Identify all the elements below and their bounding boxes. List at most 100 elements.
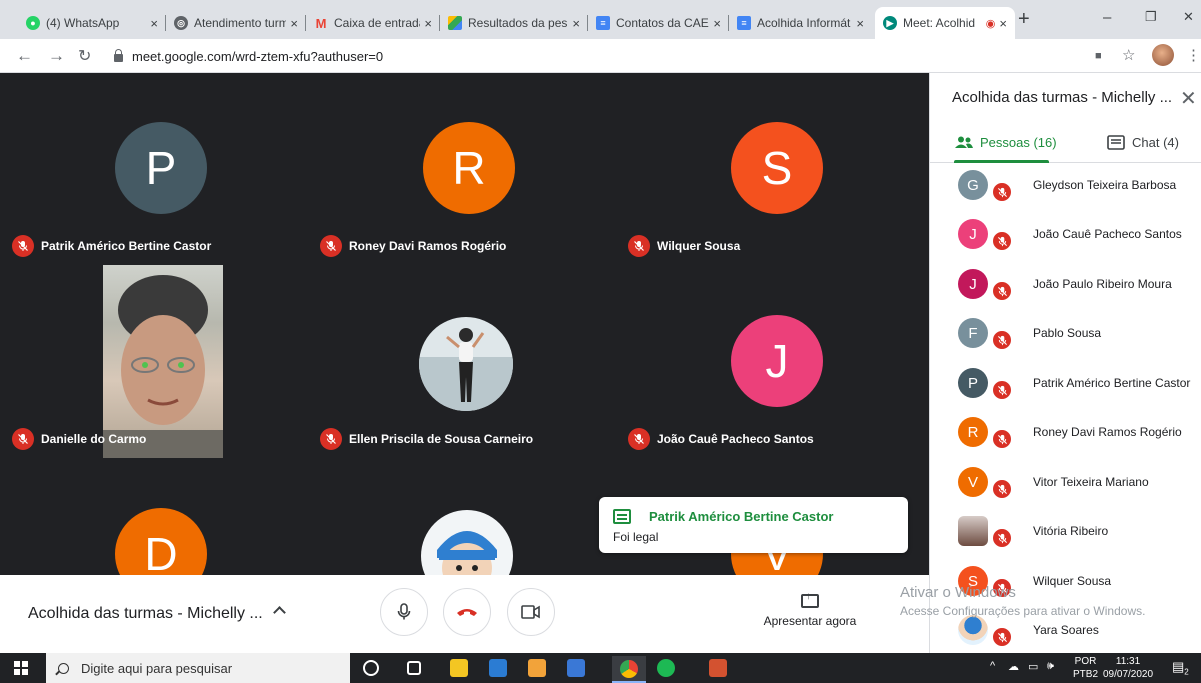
spotify-icon[interactable] [657, 659, 675, 677]
list-item[interactable]: R Roney Davi Ramos Rogério [930, 417, 1201, 468]
mic-off-icon [628, 428, 650, 450]
chevron-up-icon[interactable] [273, 606, 286, 619]
tab-close-icon[interactable]: × [713, 16, 721, 31]
mail-icon[interactable] [489, 659, 507, 677]
participant-name: Roney Davi Ramos Rogério [320, 235, 506, 257]
restore-button[interactable]: ❐ [1145, 9, 1157, 25]
system-clock[interactable]: 11:31 09/07/2020 [1103, 655, 1153, 681]
browser-menu-icon[interactable]: ⋮ [1186, 46, 1201, 64]
tab-close-icon[interactable]: × [572, 16, 580, 31]
participant-tile[interactable]: J João Cauê Pacheco Santos [620, 266, 928, 459]
new-tab-button[interactable]: + [1018, 9, 1030, 29]
tab-meet[interactable]: ▶ Meet: Acolhid ◉ × [875, 7, 1015, 39]
participant-list-name: Vitor Teixeira Mariano [1033, 475, 1149, 489]
list-item[interactable]: Vitória Ribeiro [930, 516, 1201, 567]
participant-tile[interactable]: Ellen Priscila de Sousa Carneiro [312, 266, 620, 459]
network-icon[interactable]: ▭ [1028, 660, 1038, 673]
participant-tile[interactable]: R Roney Davi Ramos Rogério [312, 73, 620, 266]
participant-list-name: Pablo Sousa [1033, 326, 1102, 340]
participant-tile[interactable]: Danielle do Carmo [4, 265, 312, 459]
onedrive-icon[interactable]: ☁ [1008, 660, 1019, 673]
list-item[interactable]: P Patrik Américo Bertine Castor [930, 368, 1201, 419]
input-language[interactable]: POR PTB2 [1073, 655, 1098, 681]
participant-tile[interactable] [312, 459, 620, 575]
avatar: J [958, 219, 988, 249]
list-item[interactable]: G Gleydson Teixeira Barbosa [930, 170, 1201, 221]
tab-contatos[interactable]: ≡ Contatos da CAE - × [588, 7, 729, 39]
tab-gmail[interactable]: M Caixa de entrada ( × [306, 7, 440, 39]
bookmark-star-icon[interactable]: ☆ [1122, 46, 1135, 64]
participant-tile[interactable]: S Wilquer Sousa [620, 73, 928, 266]
taskbar-search-box[interactable]: Digite aqui para pesquisar [46, 653, 350, 683]
volume-icon[interactable]: 🕪 [1047, 660, 1054, 673]
tab-label: Caixa de entrada ( [334, 16, 420, 30]
hang-up-icon [457, 609, 477, 616]
gmail-icon: M [315, 15, 327, 31]
panel-close-button[interactable]: ✕ [1180, 86, 1197, 111]
participant-list-name: Yara Soares [1033, 623, 1099, 637]
tab-whatsapp[interactable]: ● (4) WhatsApp × [18, 7, 166, 39]
chat-tab-label: Chat (4) [1132, 135, 1179, 150]
list-item[interactable]: V Vitor Teixeira Mariano [930, 467, 1201, 518]
mic-off-icon [991, 626, 1013, 648]
mic-off-icon [991, 428, 1013, 450]
people-tab-label: Pessoas (16) [980, 135, 1057, 150]
present-now-button[interactable]: Apresentar agora [762, 591, 858, 628]
tab-drive[interactable]: Resultados da pes × [440, 7, 588, 39]
chat-notification[interactable]: Patrik Américo Bertine Castor Foi legal [599, 497, 908, 553]
participant-name: Ellen Priscila de Sousa Carneiro [320, 428, 533, 450]
list-item[interactable]: J João Paulo Ribeiro Moura [930, 269, 1201, 320]
microphone-button[interactable] [380, 588, 428, 636]
leave-call-button[interactable] [443, 588, 491, 636]
list-item[interactable]: J João Cauê Pacheco Santos [930, 219, 1201, 270]
tab-close-icon[interactable]: × [290, 16, 298, 31]
avatar: S [731, 122, 823, 214]
windows-start-icon[interactable] [14, 661, 28, 675]
chrome-taskbar-button[interactable] [612, 656, 646, 683]
tab-close-icon[interactable]: × [999, 16, 1007, 31]
tab-close-icon[interactable]: × [424, 16, 432, 31]
url-text: meet.google.com/wrd-ztem-xfu?authuser=0 [132, 48, 384, 64]
url-field[interactable]: meet.google.com/wrd-ztem-xfu?authuser=0 [114, 45, 1074, 67]
forward-arrow-icon[interactable]: → [48, 46, 65, 66]
mic-off-icon [12, 235, 34, 257]
camera-in-use-icon[interactable]: ■ [1095, 50, 1102, 62]
powerpoint-icon[interactable] [709, 659, 727, 677]
list-item[interactable]: Yara Soares [930, 615, 1201, 653]
tab-atendimento[interactable]: ◎ Atendimento turm × [166, 7, 306, 39]
browser-tab-bar: ● (4) WhatsApp × ◎ Atendimento turm × M … [0, 0, 1201, 39]
avatar-photo [958, 615, 988, 645]
tab-chat[interactable]: Chat (4) [1107, 135, 1179, 150]
camera-button[interactable] [507, 588, 555, 636]
tray-chevron-up-icon[interactable]: ^ [990, 660, 995, 672]
list-item[interactable]: F Pablo Sousa [930, 318, 1201, 369]
participant-tile[interactable]: D [4, 459, 312, 575]
address-bar-row: ← → ↻ meet.google.com/wrd-ztem-xfu?authu… [0, 39, 1201, 73]
tab-close-icon[interactable]: × [856, 16, 864, 31]
present-now-label: Apresentar agora [763, 614, 857, 628]
chat-message: Foi legal [613, 530, 659, 544]
task-view-icon[interactable] [407, 661, 421, 675]
cortana-icon[interactable] [363, 660, 379, 676]
window-close-button[interactable]: ✕ [1183, 9, 1194, 25]
file-explorer-icon[interactable] [450, 659, 468, 677]
minimize-button[interactable]: – [1103, 9, 1111, 26]
mic-off-icon [991, 379, 1013, 401]
store-icon[interactable] [528, 659, 546, 677]
reload-icon[interactable]: ↻ [78, 46, 91, 66]
tab-people[interactable]: Pessoas (16) [954, 135, 1057, 150]
profile-avatar[interactable] [1152, 44, 1174, 66]
tab-close-icon[interactable]: × [150, 16, 158, 31]
tab-acolhida[interactable]: ≡ Acolhida Informát × [729, 7, 872, 39]
mic-off-icon [628, 235, 650, 257]
back-arrow-icon[interactable]: ← [16, 46, 33, 66]
notification-center-icon[interactable]: ▤2 [1172, 659, 1189, 677]
meet-icon: ▶ [883, 16, 897, 30]
lock-icon [114, 49, 123, 62]
docs-icon: ≡ [596, 16, 610, 30]
meeting-title[interactable]: Acolhida das turmas - Michelly ... [28, 605, 263, 623]
people-icon [955, 136, 973, 148]
participant-tile[interactable]: P Patrik Américo Bertine Castor [4, 73, 312, 266]
media-player-icon[interactable] [567, 659, 585, 677]
tab-label: Atendimento turm [194, 16, 287, 30]
